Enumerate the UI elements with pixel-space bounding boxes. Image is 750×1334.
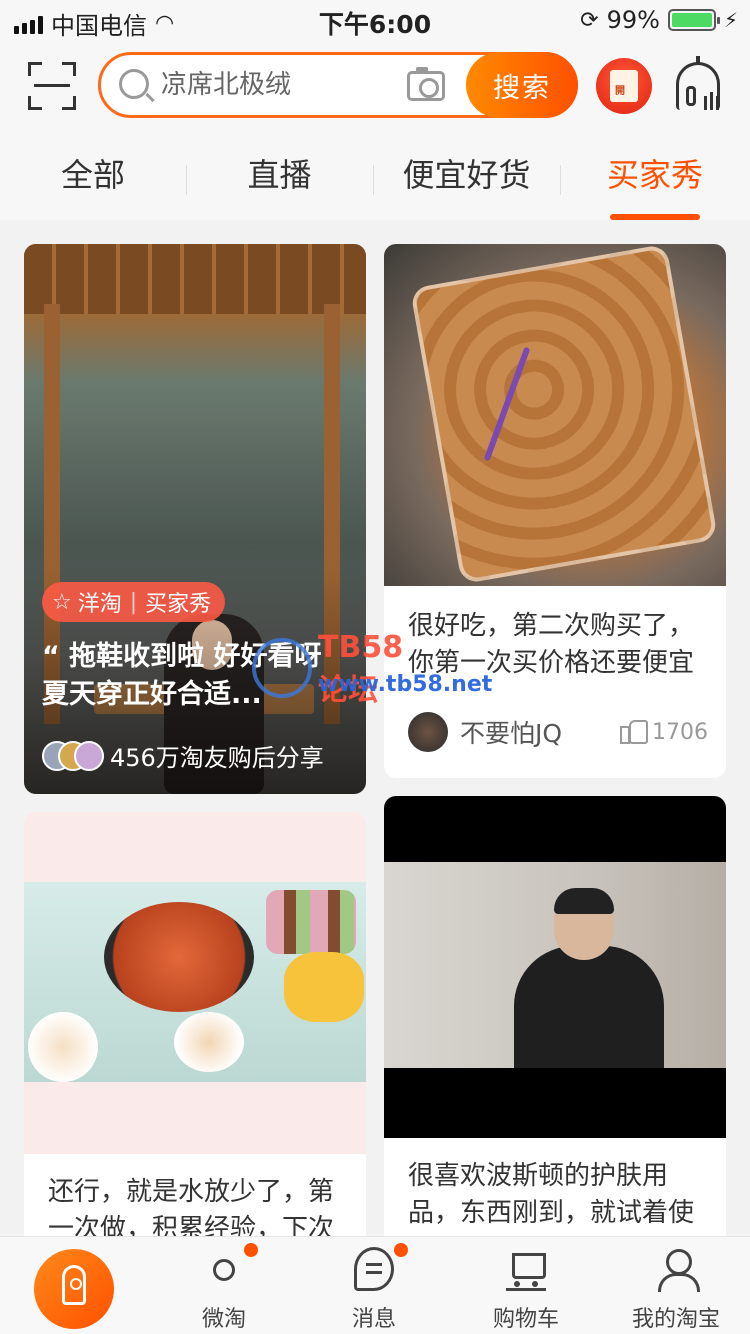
tab-bargains[interactable]: 便宜好货 (373, 140, 560, 220)
broadcast-icon (213, 1259, 235, 1281)
header: 搜索 全部 直播 便宜好货 买家秀 (0, 40, 750, 220)
robot-icon[interactable] (672, 56, 724, 114)
search-input[interactable] (161, 63, 391, 107)
avatar[interactable] (408, 712, 448, 752)
notification-dot (394, 1243, 408, 1257)
scan-icon[interactable] (28, 62, 76, 110)
nav-label: 消息 (351, 1307, 396, 1332)
nav-label: 购物车 (492, 1307, 559, 1332)
post-photo (384, 244, 726, 586)
orientation-lock-icon: ⟳ (580, 7, 599, 33)
username[interactable]: 不要怕JQ (460, 714, 620, 750)
nav-label: 微淘 (201, 1307, 246, 1332)
red-packet-icon[interactable] (596, 58, 652, 114)
active-tab-indicator (610, 214, 700, 220)
home-button[interactable] (34, 1249, 114, 1329)
badge-right: 买家秀 (145, 592, 212, 617)
avatar-group (42, 740, 104, 771)
tab-label: 便宜好货 (402, 156, 531, 194)
tab-all[interactable]: 全部 (0, 140, 186, 220)
cart-icon (506, 1247, 546, 1291)
badge-star-icon: ☆ (52, 589, 72, 615)
tab-label: 买家秀 (606, 156, 703, 194)
thumbs-up-icon (620, 720, 648, 744)
like-count: 1706 (652, 719, 708, 745)
charging-icon: ⚡ (723, 8, 738, 32)
nav-label: 我的淘宝 (631, 1307, 720, 1332)
magnifier-icon (119, 69, 149, 99)
video-card[interactable]: 很喜欢波斯顿的护肤用品，东西刚到，就试着使用 (384, 796, 726, 1252)
user-icon (656, 1247, 700, 1292)
search-bar[interactable]: 搜索 (98, 52, 578, 118)
share-text: 456万淘友购后分享 (110, 744, 324, 772)
battery-fill (671, 13, 712, 27)
tab-label: 全部 (60, 156, 125, 194)
featured-title: “ 拖鞋收到啦 好好看呀 夏天穿正好合适... (42, 641, 322, 710)
badge-left: 洋淘 (77, 592, 122, 617)
notification-dot (244, 1243, 258, 1257)
badge-separator: | (129, 589, 138, 615)
tab-buyer-show[interactable]: 买家秀 (560, 140, 750, 220)
status-bar: 中国电信 ◠ 下午6:00 ⟳ 99% ⚡ (0, 0, 750, 40)
video-thumbnail (384, 796, 726, 1138)
post-photo (24, 812, 366, 1154)
rocket-icon (62, 1265, 86, 1305)
buyer-show-badge: ☆ 洋淘 | 买家秀 (42, 582, 226, 622)
search-button[interactable]: 搜索 (466, 52, 578, 118)
chat-bubble-icon (354, 1247, 394, 1291)
battery-percent: 99% (606, 6, 660, 34)
post-card[interactable]: 还行，就是水放少了，第一次做，积累经验，下次 (24, 812, 366, 1252)
battery-icon (667, 9, 720, 31)
tab-live[interactable]: 直播 (186, 140, 373, 220)
post-card[interactable]: 很好吃，第二次购买了，你第一次买价格还要便宜 不要怕JQ 1706 (384, 244, 726, 778)
post-caption: 很好吃，第二次购买了，你第一次买价格还要便宜 (408, 611, 695, 678)
tab-bar: 全部 直播 便宜好货 买家秀 (0, 140, 750, 220)
tab-label: 直播 (247, 156, 312, 194)
share-summary: 456万淘友购后分享 (42, 738, 324, 773)
bottom-nav: 微淘 消息 购物车 我的淘宝 (0, 1236, 750, 1334)
post-meta: 不要怕JQ 1706 (408, 712, 708, 752)
camera-icon[interactable] (407, 67, 445, 101)
like-button[interactable]: 1706 (620, 720, 708, 745)
